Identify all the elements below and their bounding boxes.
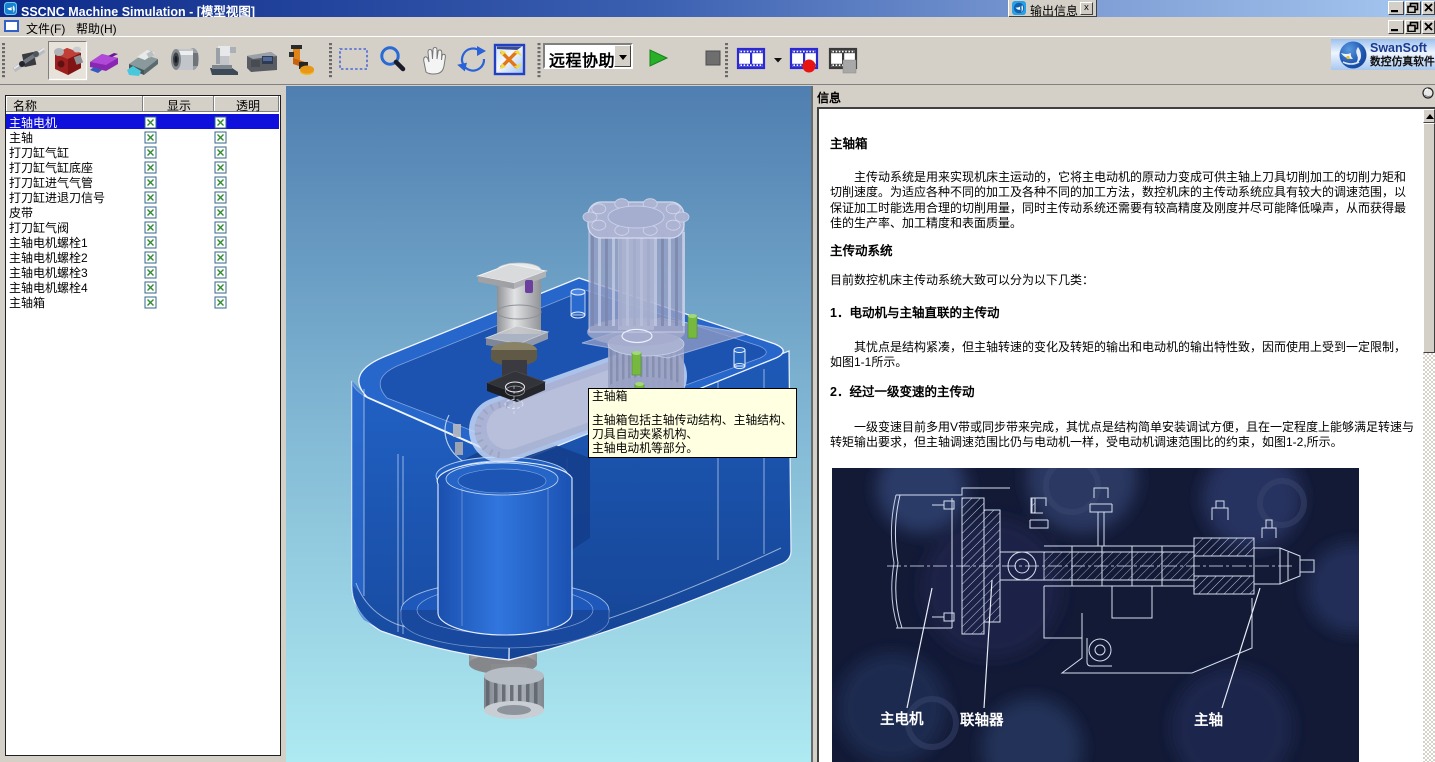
svg-text:联轴器: 联轴器 — [960, 711, 1004, 729]
svg-text:数控仿真软件: 数控仿真软件 — [1370, 54, 1435, 68]
svg-text:主电机: 主电机 — [880, 710, 924, 728]
svg-text:SwanSoft: SwanSoft — [1370, 41, 1428, 55]
svg-text:主轴: 主轴 — [1194, 711, 1223, 729]
